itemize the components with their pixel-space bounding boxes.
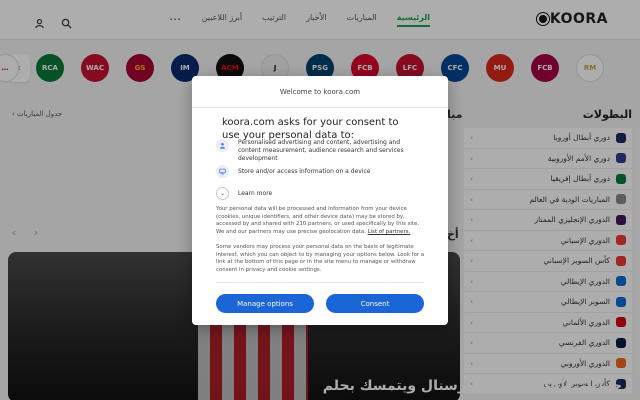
learn-more-toggle[interactable]: ⌄ Learn more [216,187,272,200]
purpose-device: Store and/or access information on a dev… [216,165,416,178]
person-icon [216,139,229,152]
consent-button[interactable]: Consent [326,294,424,313]
purpose-personalised: Personalised advertising and content, ad… [216,139,416,163]
chevron-down-icon: ⌄ [216,187,229,200]
consent-paragraph-1: Your personal data will be processed and… [216,206,426,237]
learn-more-label: Learn more [238,190,273,197]
purpose-text: Personalised advertising and content, ad… [238,139,404,162]
device-icon [216,165,229,178]
consent-title: koora.com asks for your consent to use y… [222,117,399,141]
consent-paragraph-2: Some vendors may process your personal d… [216,244,425,274]
divider [216,282,424,283]
consent-dialog: Welcome to koora.com koora.com asks for … [192,76,448,325]
partners-link[interactable]: List of partners. [368,229,411,235]
purpose-text: Store and/or access information on a dev… [238,168,371,175]
manage-options-button[interactable]: Manage options [216,294,314,313]
consent-header: Welcome to koora.com [192,76,448,108]
